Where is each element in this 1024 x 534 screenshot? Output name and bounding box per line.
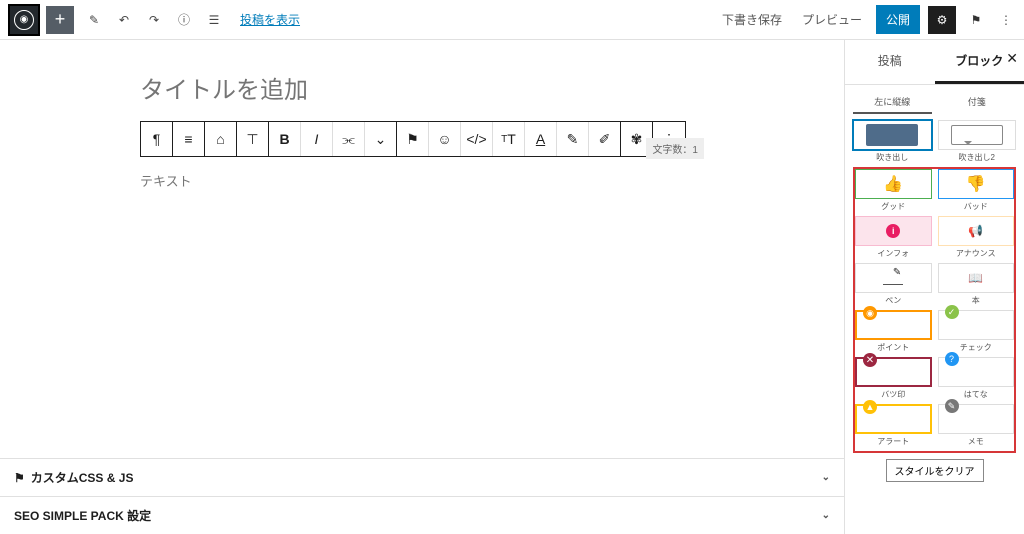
code-icon[interactable]: </> [461, 122, 493, 156]
style-alert[interactable]: ▲ アラート [855, 404, 932, 447]
custom-css-js-panel[interactable]: ⚑ カスタムCSS & JS ⌄ [0, 458, 844, 496]
close-icon[interactable]: ✕ [1006, 50, 1018, 67]
subtab-sticky[interactable]: 付箋 [938, 91, 1017, 114]
style-memo[interactable]: ✎ メモ [938, 404, 1015, 447]
style-check[interactable]: ✓ チェック [938, 310, 1015, 353]
view-post-link[interactable]: 投稿を表示 [240, 11, 300, 28]
style-bad[interactable]: 👎 バッド [938, 169, 1015, 212]
style-info[interactable]: i インフォ [855, 216, 932, 259]
outline-icon[interactable]: ☰ [200, 6, 228, 34]
style-book[interactable]: 📖 本 [938, 263, 1015, 306]
style-pen[interactable]: ペン [855, 263, 932, 306]
check-icon: ✓ [945, 305, 959, 319]
preview-button[interactable]: プレビュー [796, 7, 868, 32]
paragraph-block[interactable]: テキスト [140, 171, 700, 190]
editor-canvas: タイトルを追加 文字数：1 ¶ ≡ ⌂ ⊤ B I ⫘ ⌄ ⚑ ☺ </> TT… [0, 40, 844, 534]
chevron-down-icon: ⌄ [822, 472, 830, 483]
edit-mode-icon[interactable]: ✎ [80, 6, 108, 34]
undo-icon[interactable]: ↶ [110, 6, 138, 34]
panel-label: カスタムCSS & JS [31, 469, 134, 486]
add-block-button[interactable]: + [46, 6, 74, 34]
x-icon: ✕ [863, 353, 877, 367]
info-circle-icon: i [886, 224, 900, 238]
publish-button[interactable]: 公開 [876, 5, 920, 34]
style-good[interactable]: 👍 グッド [855, 169, 932, 212]
book-icon: 📖 [968, 271, 983, 285]
word-count-badge: 文字数：1 [646, 138, 704, 159]
bgcolor-icon[interactable]: ✐ [589, 122, 621, 156]
more-options-icon[interactable]: ⋮ [996, 13, 1016, 27]
style-balloon2[interactable]: 吹き出し2 [938, 120, 1017, 163]
thumbs-up-icon: 👍 [883, 174, 903, 194]
pencil-icon: ✎ [945, 399, 959, 413]
swell-mark-icon[interactable]: ⚑ [397, 122, 429, 156]
style-hatena[interactable]: ? はてな [938, 357, 1015, 400]
alert-icon: ▲ [863, 400, 877, 414]
subtab-leftline[interactable]: 左に縦線 [853, 91, 932, 114]
style-batsu[interactable]: ✕ バツ印 [855, 357, 932, 400]
info-icon[interactable]: ⓘ [170, 6, 198, 34]
post-title-input[interactable]: タイトルを追加 [140, 70, 700, 105]
chevron-down-icon: ⌄ [822, 510, 830, 521]
chevron-down-icon[interactable]: ⌄ [365, 122, 397, 156]
device-icon[interactable]: ⌂ [205, 122, 237, 156]
textcolor-icon[interactable]: A [525, 122, 557, 156]
save-draft-button[interactable]: 下書き保存 [716, 7, 788, 32]
swell-icon[interactable]: ⚑ [964, 8, 988, 32]
settings-sidebar: 投稿 ブロック ✕ 左に縦線 付箋 吹き出し 吹き出し2 👍 [844, 40, 1024, 534]
italic-icon[interactable]: I [301, 122, 333, 156]
paragraph-icon[interactable]: ¶ [141, 122, 173, 156]
align-icon[interactable]: ≡ [173, 122, 205, 156]
style-announce[interactable]: 📢 アナウンス [938, 216, 1015, 259]
tab-post[interactable]: 投稿 [845, 40, 935, 84]
emoji-icon[interactable]: ☺ [429, 122, 461, 156]
bold-icon[interactable]: B [269, 122, 301, 156]
panel-label: SEO SIMPLE PACK 設定 [14, 507, 151, 524]
highlight-icon[interactable]: ✎ [557, 122, 589, 156]
redo-icon[interactable]: ↷ [140, 6, 168, 34]
seo-panel[interactable]: SEO SIMPLE PACK 設定 ⌄ [0, 496, 844, 534]
margin-icon[interactable]: ⊤ [237, 122, 269, 156]
link-icon[interactable]: ⫘ [333, 122, 365, 156]
settings-button[interactable]: ⚙ [928, 6, 956, 34]
block-toolbar: ¶ ≡ ⌂ ⊤ B I ⫘ ⌄ ⚑ ☺ </> TT A ✎ ✐ ✾ ⋮ [140, 121, 686, 157]
top-toolbar: ◉ + ✎ ↶ ↷ ⓘ ☰ 投稿を表示 下書き保存 プレビュー 公開 ⚙ ⚑ ⋮ [0, 0, 1024, 40]
pin-icon: ◉ [863, 306, 877, 320]
pen-icon [883, 271, 903, 285]
clear-style-button[interactable]: スタイルをクリア [886, 459, 984, 482]
question-icon: ? [945, 352, 959, 366]
style-balloon1[interactable]: 吹き出し [853, 120, 932, 163]
site-logo[interactable]: ◉ [8, 4, 40, 36]
style-point[interactable]: ◉ ポイント [855, 310, 932, 353]
fontsize-icon[interactable]: TT [493, 122, 525, 156]
megaphone-icon: 📢 [968, 224, 983, 238]
thumbs-down-icon: 👎 [966, 174, 986, 194]
